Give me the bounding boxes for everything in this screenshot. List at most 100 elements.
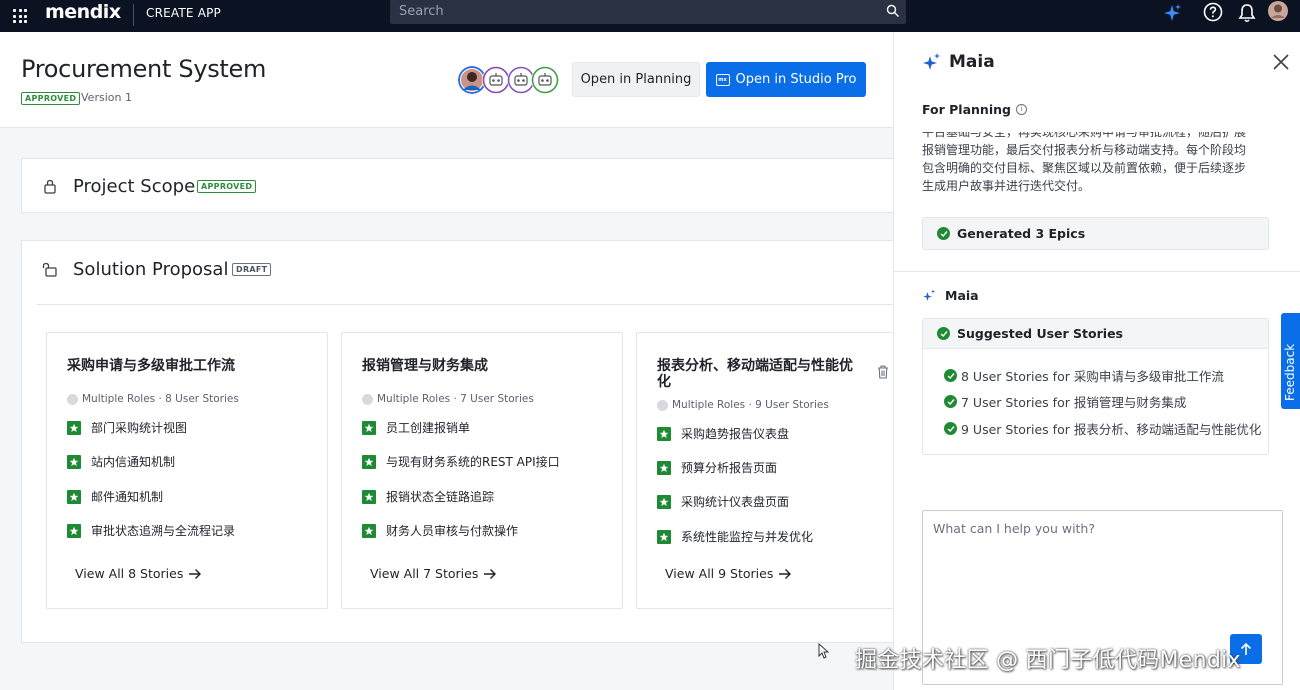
- search-icon[interactable]: [886, 4, 900, 18]
- project-scope-badge: APPROVED: [197, 180, 257, 193]
- solution-proposal-title: Solution Proposal: [73, 259, 229, 280]
- list-item[interactable]: 9 User Stories for 报表分析、移动端适配与性能优化: [944, 419, 1261, 438]
- app-switcher-icon[interactable]: [13, 9, 27, 23]
- page-header: Procurement System APPROVED Version 1 Op…: [0, 32, 893, 128]
- user-avatar-icon[interactable]: [1267, 0, 1289, 22]
- search-bar[interactable]: [390, 0, 906, 24]
- list-item[interactable]: 系统性能监控与并发优化: [657, 528, 813, 545]
- maia-message-label: Maia: [922, 288, 979, 303]
- star-icon: [67, 454, 81, 469]
- version-label: Version 1: [81, 91, 132, 104]
- list-item[interactable]: 员工创建报销单: [362, 419, 470, 436]
- topbar-divider: [133, 4, 134, 26]
- epic-meta: Multiple Roles · 7 User Stories: [362, 393, 534, 405]
- star-icon: [67, 489, 81, 504]
- person-icon: [67, 393, 78, 405]
- mouse-cursor-icon: [818, 643, 829, 659]
- robot-avatar-icon[interactable]: [531, 66, 559, 94]
- list-item[interactable]: 部门采购统计视图: [67, 419, 187, 436]
- epic-title: 报销管理与财务集成: [362, 358, 488, 374]
- list-item[interactable]: 审批状态追溯与全流程记录: [67, 522, 235, 539]
- divider: [37, 304, 894, 305]
- robot-avatar-icon[interactable]: [482, 66, 510, 94]
- arrow-right-icon: [189, 568, 202, 579]
- studio-pro-icon: mx: [715, 73, 730, 86]
- star-icon: [362, 420, 376, 435]
- notification-bell-icon[interactable]: [1237, 2, 1257, 24]
- list-item[interactable]: 预算分析报告页面: [657, 459, 777, 476]
- list-item[interactable]: 邮件通知机制: [67, 488, 163, 505]
- star-icon: [657, 460, 671, 475]
- star-icon: [657, 529, 671, 544]
- maia-sparkle-icon: [923, 289, 935, 301]
- draft-badge: DRAFT: [232, 263, 272, 276]
- generated-epics-status: Generated 3 Epics: [922, 217, 1269, 250]
- view-all-stories-link[interactable]: View All 9 Stories: [665, 566, 792, 581]
- list-item[interactable]: 8 User Stories for 采购申请与多级审批工作流: [944, 366, 1224, 385]
- top-bar: mendix CREATE APP: [0, 0, 1300, 32]
- for-planning-label: For Planning i: [922, 102, 1027, 117]
- star-icon: [362, 489, 376, 504]
- chat-input[interactable]: [933, 521, 1273, 621]
- solution-proposal-card: Solution Proposal DRAFT 采购申请与多级审批工作流 Mul…: [21, 240, 896, 643]
- list-item[interactable]: 采购趋势报告仪表盘: [657, 425, 789, 442]
- maia-sparkle-icon: [923, 53, 940, 70]
- maia-response-text: 平台基础与安全，再实现核心采购申请与审批流程，随后扩展报销管理功能，最后交付报表…: [922, 132, 1247, 193]
- star-icon: [657, 426, 671, 441]
- epic-card[interactable]: 报表分析、移动端适配与性能优化 Multiple Roles · 9 User …: [636, 332, 896, 609]
- arrow-right-icon: [779, 568, 792, 579]
- maia-sparkle-icon[interactable]: [1161, 2, 1183, 24]
- page-title: Procurement System: [21, 55, 267, 83]
- open-in-studio-pro-button[interactable]: mx Open in Studio Pro: [706, 62, 866, 97]
- list-item[interactable]: 与现有财务系统的REST API接口: [362, 453, 560, 470]
- unlock-icon: [42, 262, 57, 277]
- epic-card[interactable]: 报销管理与财务集成 Multiple Roles · 7 User Storie…: [341, 332, 623, 609]
- suggested-user-stories-header: Suggested User Stories: [923, 319, 1268, 349]
- project-scope-title: Project Scope: [73, 176, 196, 197]
- mendix-logo[interactable]: mendix: [45, 0, 121, 24]
- person-icon: [657, 399, 668, 411]
- star-icon: [657, 494, 671, 509]
- star-icon: [362, 454, 376, 469]
- list-item[interactable]: 站内信通知机制: [67, 453, 175, 470]
- create-app-label: CREATE APP: [146, 6, 221, 20]
- check-circle-icon: [944, 395, 957, 408]
- epic-title: 采购申请与多级审批工作流: [67, 358, 235, 374]
- epic-card[interactable]: 采购申请与多级审批工作流 Multiple Roles · 8 User Sto…: [46, 332, 328, 609]
- list-item[interactable]: 财务人员审核与付款操作: [362, 522, 518, 539]
- check-circle-icon: [937, 327, 950, 340]
- info-icon[interactable]: i: [1015, 104, 1027, 115]
- search-input[interactable]: [390, 1, 870, 22]
- check-circle-icon: [944, 422, 957, 435]
- arrow-up-icon: [1240, 642, 1252, 655]
- suggested-user-stories-box: Suggested User Stories 8 User Stories fo…: [922, 318, 1269, 455]
- view-all-stories-link[interactable]: View All 7 Stories: [370, 566, 497, 581]
- watermark: 掘金技术社区 @ 西门子低代码Mendix: [855, 648, 1241, 673]
- person-icon: [362, 393, 373, 405]
- list-item[interactable]: 7 User Stories for 报销管理与财务集成: [944, 392, 1186, 411]
- feedback-tab[interactable]: Feedback: [1281, 313, 1300, 409]
- main-content: Procurement System APPROVED Version 1 Op…: [0, 32, 896, 690]
- status-badge: APPROVED: [21, 92, 81, 105]
- arrow-right-icon: [484, 568, 497, 579]
- check-circle-icon: [944, 369, 957, 382]
- open-in-studio-pro-label: Open in Studio Pro: [735, 72, 857, 87]
- close-icon[interactable]: [1272, 53, 1290, 71]
- lock-icon: [44, 179, 56, 194]
- view-all-stories-link[interactable]: View All 8 Stories: [75, 566, 202, 581]
- help-icon[interactable]: [1202, 1, 1224, 23]
- star-icon: [362, 523, 376, 538]
- epic-meta: Multiple Roles · 8 User Stories: [67, 393, 239, 405]
- project-scope-card[interactable]: Project Scope APPROVED: [21, 158, 893, 213]
- check-circle-icon: [937, 227, 950, 240]
- list-item[interactable]: 报销状态全链路追踪: [362, 488, 494, 505]
- epic-title: 报表分析、移动端适配与性能优化: [657, 358, 853, 390]
- epic-meta: Multiple Roles · 9 User Stories: [657, 399, 829, 411]
- open-in-planning-button[interactable]: Open in Planning: [572, 62, 700, 97]
- maia-panel: Maia For Planning i 平台基础与安全，再实现核心采购申请与审批流…: [893, 32, 1300, 690]
- list-item[interactable]: 采购统计仪表盘页面: [657, 493, 789, 510]
- maia-title: Maia: [949, 52, 995, 72]
- trash-icon[interactable]: [877, 365, 889, 379]
- divider: [894, 271, 1300, 272]
- star-icon: [67, 420, 81, 435]
